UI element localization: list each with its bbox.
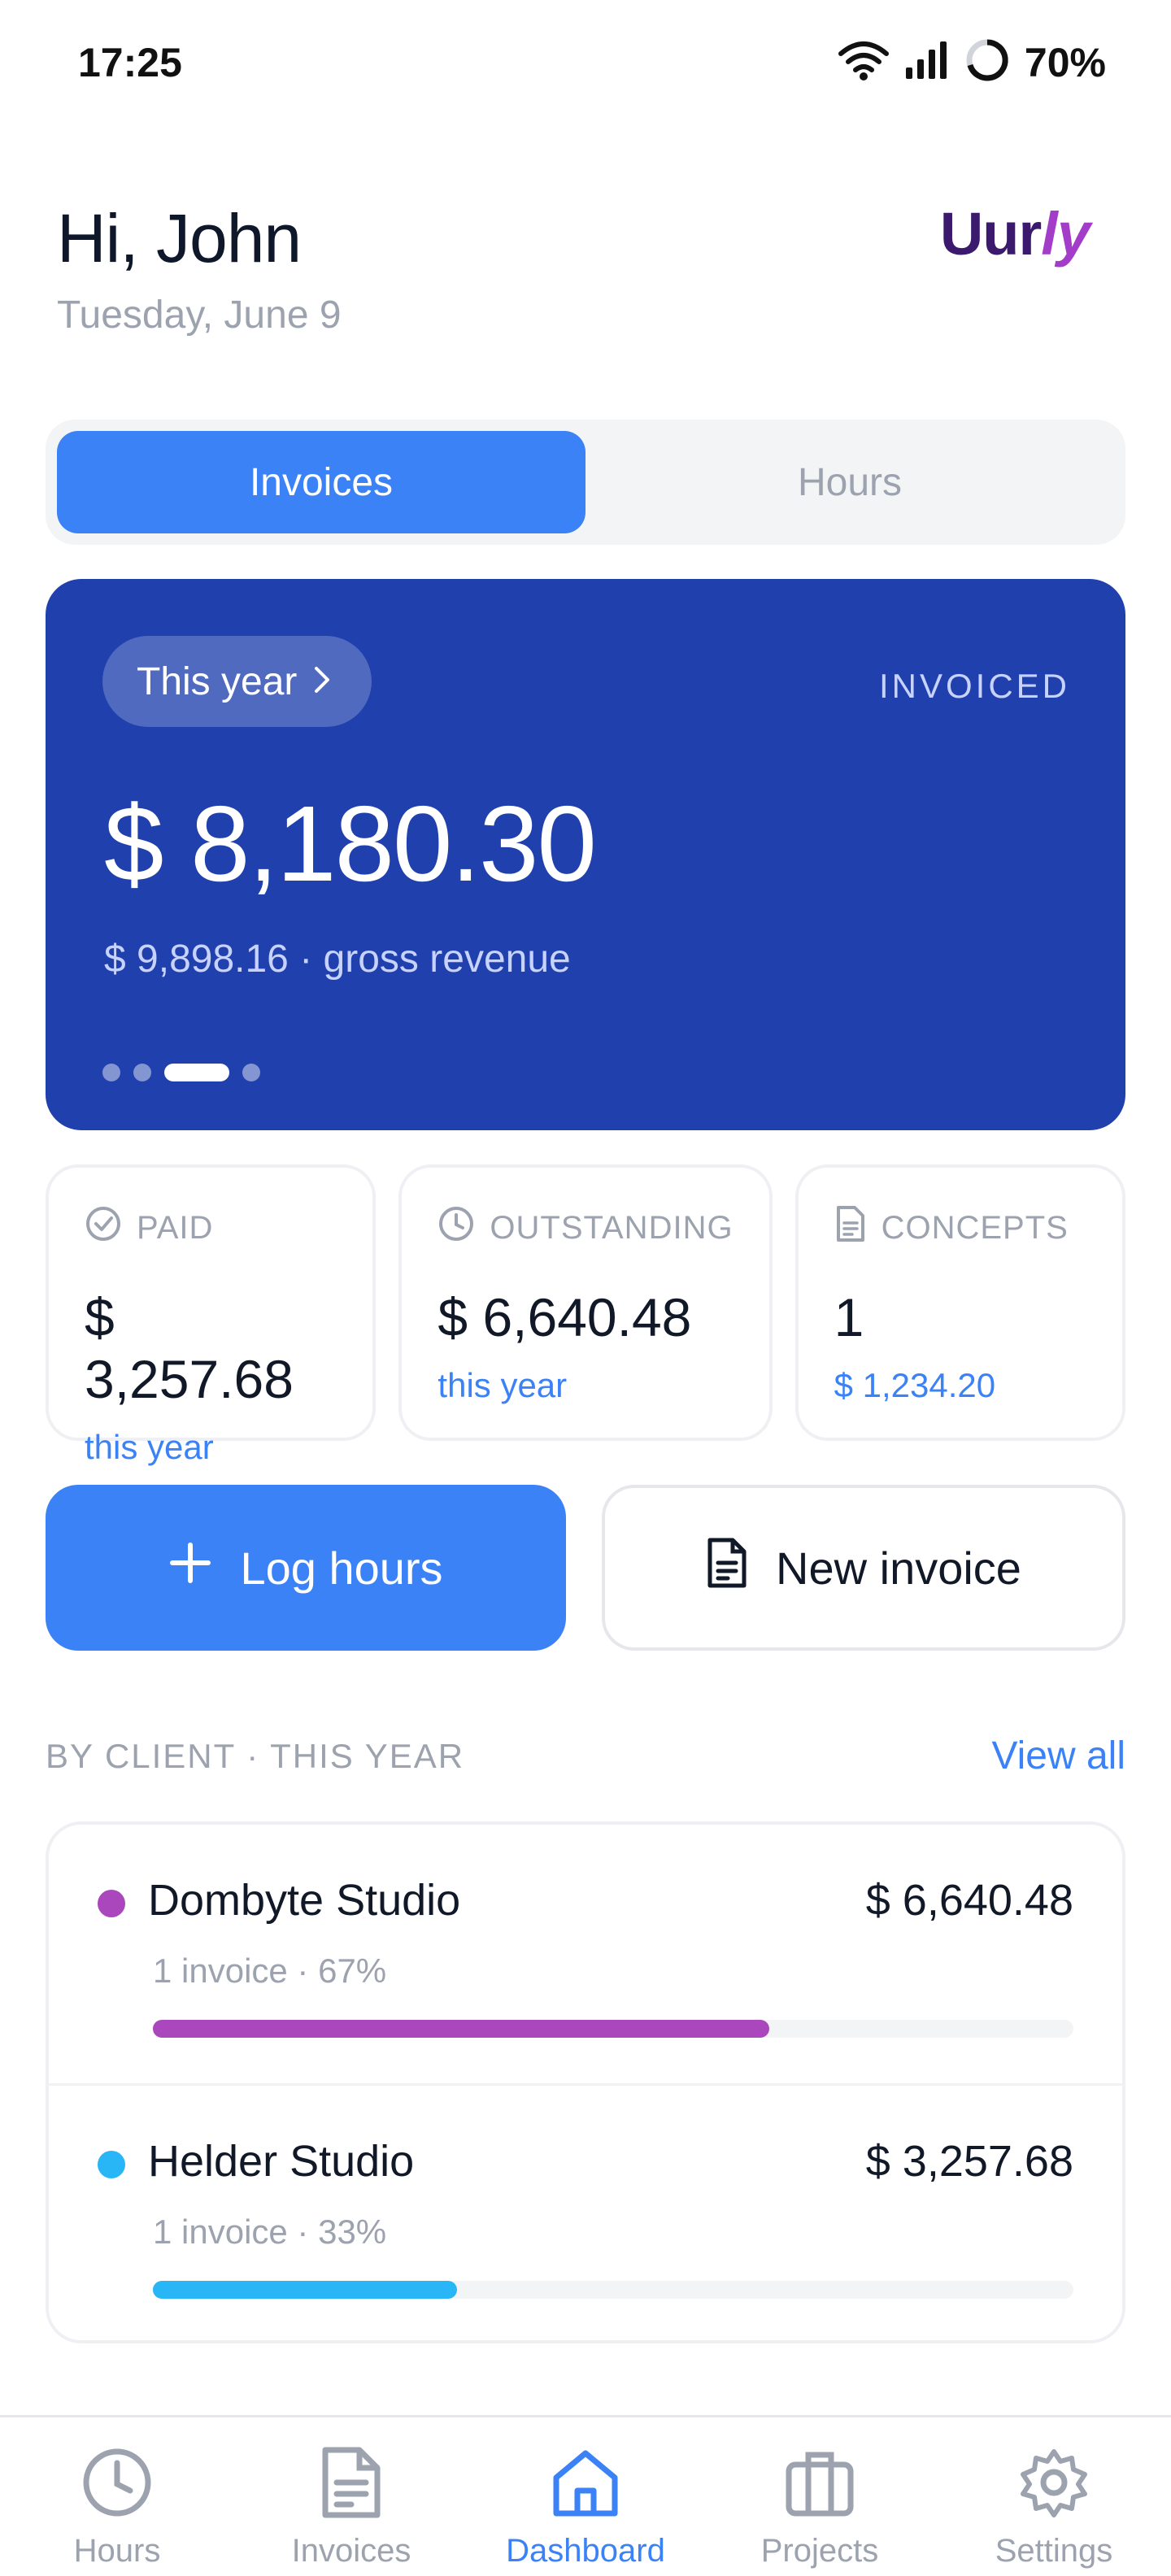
invoice-icon: [319, 2445, 384, 2528]
pager-dot[interactable]: [102, 1064, 120, 1081]
chevron-right-icon: [313, 659, 331, 704]
nav-tab-hours[interactable]: Hours: [0, 2417, 234, 2576]
briefcase-icon: [782, 2445, 857, 2528]
stat-card-concepts[interactable]: CONCEPTS 1 $ 1,234.20: [794, 1164, 1125, 1441]
document-icon: [834, 1205, 867, 1251]
logo-main: Uur: [939, 200, 1042, 268]
tab-hours[interactable]: Hours: [586, 431, 1114, 533]
client-invoices: 1 invoice: [153, 2213, 288, 2251]
bottom-tab-bar: Hours Invoices Dashboard Projects Settin…: [0, 2415, 1171, 2576]
stat-value: $ 3,257.68: [85, 1287, 294, 1409]
new-invoice-button[interactable]: New invoice: [602, 1485, 1125, 1651]
stat-label: PAID: [137, 1209, 214, 1246]
client-meta: 1 invoice · 67%: [153, 1952, 386, 1991]
nav-tab-label: Settings: [995, 2533, 1113, 2569]
invoiced-label: INVOICED: [878, 667, 1070, 705]
document-icon: [706, 1537, 748, 1599]
stats-row: PAID $ 3,257.68 this year OUTSTANDING $ …: [46, 1164, 1125, 1466]
invoiced-card[interactable]: This year INVOICED $ 8,180.30 $ 9,898.16…: [46, 579, 1125, 1130]
view-all-link[interactable]: View all: [991, 1734, 1125, 1778]
nav-tab-dashboard[interactable]: Dashboard: [468, 2417, 703, 2576]
nav-tab-label: Hours: [73, 2533, 161, 2569]
period-selector[interactable]: This year: [102, 636, 372, 727]
stat-head: CONCEPTS: [834, 1205, 1086, 1251]
home-icon: [548, 2445, 623, 2528]
separator-dot: ·: [287, 1952, 319, 1990]
gross-amount: $ 9,898.16: [104, 938, 289, 981]
signal-icon: [904, 40, 950, 85]
pager-dots: [102, 1064, 260, 1081]
stat-value: 1: [834, 1287, 864, 1347]
status-time: 17:25: [78, 40, 182, 85]
client-list: Dombyte Studio $ 6,640.48 1 invoice · 67…: [46, 1821, 1125, 2343]
pager-dot[interactable]: [133, 1064, 151, 1081]
gross-label: gross revenue: [323, 938, 571, 981]
clock-icon: [80, 2445, 155, 2528]
battery-percent: 70%: [1024, 39, 1106, 85]
client-color-dot: [98, 2151, 125, 2178]
period-label: This year: [137, 659, 298, 703]
wifi-icon: [838, 39, 890, 85]
stat-sub: this year: [437, 1366, 568, 1404]
header: Hi, John Tuesday, June 9 Uurly: [57, 199, 1114, 337]
nav-tab-label: Dashboard: [506, 2533, 665, 2569]
client-percent: 33%: [318, 2213, 387, 2251]
stat-head: OUTSTANDING: [437, 1205, 733, 1251]
nav-tab-label: Projects: [760, 2533, 879, 2569]
section-title-left: BY CLIENT: [46, 1736, 236, 1775]
client-progress-track: [153, 2020, 1073, 2038]
section-title: BY CLIENT · THIS YEAR: [46, 1737, 464, 1776]
status-bar: 17:25 70%: [0, 0, 1171, 122]
client-progress-fill: [153, 2281, 457, 2299]
list-item[interactable]: Helder Studio $ 3,257.68 1 invoice · 33%: [49, 2083, 1122, 2340]
plus-icon: [168, 1541, 212, 1595]
client-meta: 1 invoice · 33%: [153, 2213, 386, 2252]
clock-icon: [437, 1205, 475, 1251]
stat-card-paid[interactable]: PAID $ 3,257.68 this year: [46, 1164, 377, 1466]
nav-tab-label: Invoices: [291, 2533, 411, 2569]
client-name: Dombyte Studio: [148, 1876, 461, 1925]
client-name: Helder Studio: [148, 2137, 415, 2186]
client-invoices: 1 invoice: [153, 1952, 288, 1990]
pager-dot-active[interactable]: [164, 1064, 229, 1081]
client-amount: $ 3,257.68: [865, 2137, 1073, 2186]
client-progress-track: [153, 2281, 1073, 2299]
client-progress-fill: [153, 2020, 770, 2038]
nav-tab-settings[interactable]: Settings: [937, 2417, 1171, 2576]
stat-head: PAID: [85, 1205, 337, 1251]
new-invoice-label: New invoice: [776, 1542, 1021, 1594]
nav-tab-invoices[interactable]: Invoices: [234, 2417, 468, 2576]
tab-invoices[interactable]: Invoices: [57, 431, 586, 533]
client-color-dot: [98, 1890, 125, 1917]
separator-dot: ·: [246, 1736, 271, 1775]
stat-label: CONCEPTS: [881, 1209, 1069, 1246]
gross-revenue: $ 9,898.16 · gross revenue: [104, 937, 571, 981]
app-logo: Uurly: [940, 199, 1090, 268]
client-amount: $ 6,640.48: [865, 1876, 1073, 1925]
segmented-control: Invoices Hours: [46, 420, 1125, 545]
stat-label: OUTSTANDING: [490, 1209, 734, 1246]
pager-dot[interactable]: [242, 1064, 260, 1081]
log-hours-label: Log hours: [240, 1542, 443, 1594]
separator-dot: ·: [287, 2213, 319, 2251]
action-buttons: Log hours New invoice: [46, 1485, 1125, 1651]
date-label: Tuesday, June 9: [57, 294, 342, 337]
stat-value: $ 6,640.48: [437, 1287, 692, 1347]
client-percent: 67%: [318, 1952, 387, 1990]
battery-ring-icon: [964, 37, 1010, 87]
by-client-header: BY CLIENT · THIS YEAR View all: [46, 1734, 1125, 1778]
gear-icon: [1016, 2445, 1091, 2528]
nav-tab-projects[interactable]: Projects: [703, 2417, 937, 2576]
log-hours-button[interactable]: Log hours: [46, 1485, 566, 1651]
invoiced-amount: $ 8,180.30: [104, 784, 597, 903]
stat-card-outstanding[interactable]: OUTSTANDING $ 6,640.48 this year: [398, 1164, 773, 1441]
list-item[interactable]: Dombyte Studio $ 6,640.48 1 invoice · 67…: [49, 1825, 1122, 2083]
stat-sub: $ 1,234.20: [834, 1366, 996, 1404]
logo-accent: ly: [1041, 200, 1090, 268]
separator-dot: ·: [299, 938, 324, 981]
section-title-right: THIS YEAR: [270, 1736, 465, 1775]
check-circle-icon: [85, 1205, 122, 1251]
stat-sub: this year: [85, 1428, 214, 1466]
status-icons: 70%: [838, 37, 1106, 87]
